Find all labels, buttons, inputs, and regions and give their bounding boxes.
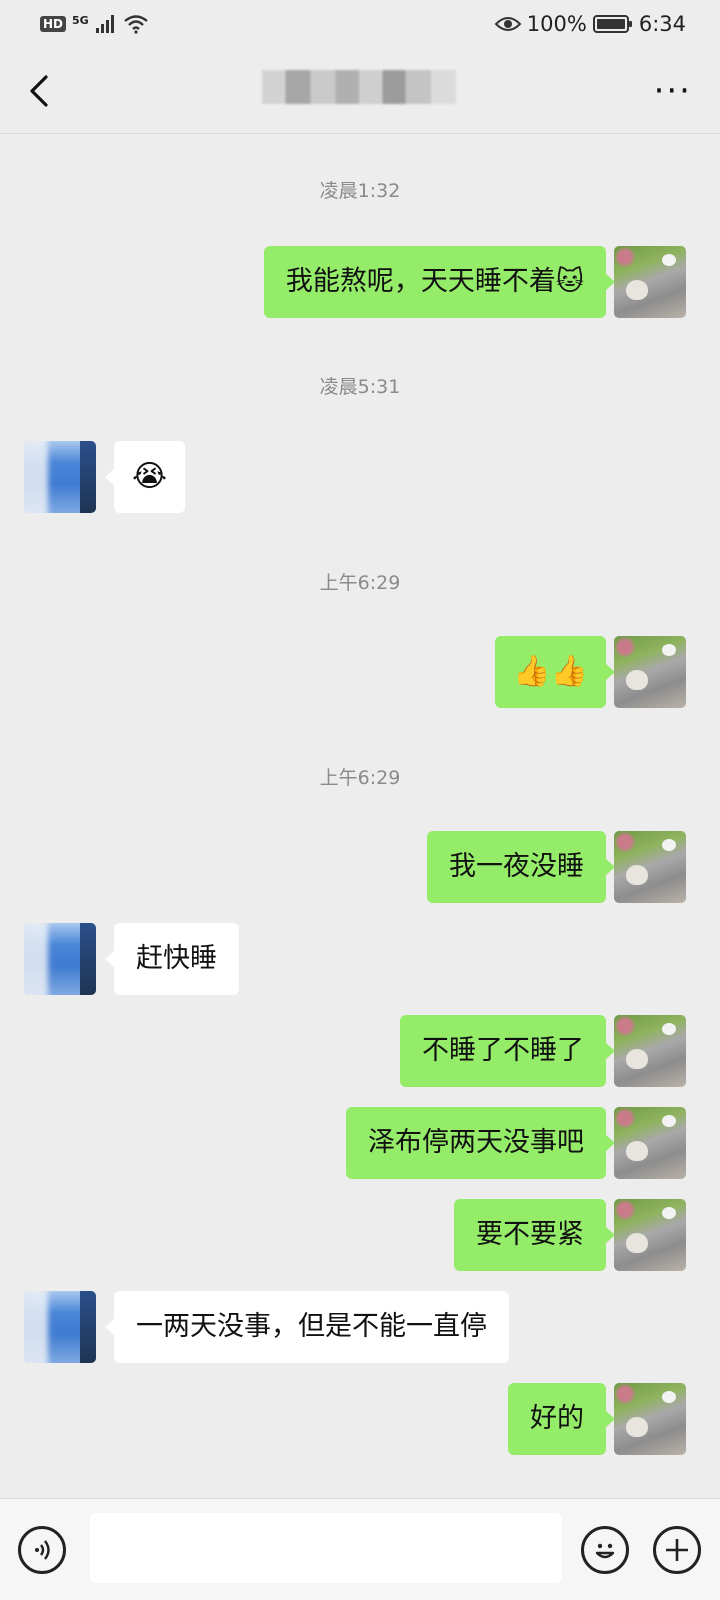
message-row: 一两天没事，但是不能一直停 (0, 1291, 720, 1363)
outgoing-message[interactable]: 不睡了不睡了 (400, 1015, 615, 1087)
outgoing-message[interactable]: 我一夜没睡 (427, 831, 615, 903)
status-right: 100% 6:34 (494, 12, 686, 36)
chat-title-redacted (262, 70, 456, 104)
clock: 6:34 (638, 12, 686, 36)
incoming-message[interactable]: 😭 (104, 441, 186, 513)
avatar[interactable] (24, 441, 96, 513)
avatar[interactable] (614, 1383, 686, 1455)
avatar[interactable] (614, 1015, 686, 1087)
message-list[interactable]: 凌晨1:32 我能熬呢，天天睡不着🐱 凌晨5:31 😭 上午6:29 👍👍 上午… (0, 134, 720, 1498)
timestamp: 上午6:29 (319, 572, 401, 594)
network-type: 5G (72, 13, 89, 27)
outgoing-message[interactable]: 泽布停两天没事吧 (346, 1107, 615, 1179)
input-bar (0, 1498, 720, 1600)
avatar[interactable] (24, 923, 96, 995)
outgoing-message[interactable]: 好的 (508, 1383, 615, 1455)
outgoing-message[interactable]: 要不要紧 (454, 1199, 615, 1271)
avatar[interactable] (614, 246, 686, 318)
message-row: 赶快睡 (0, 923, 720, 995)
emoji-face-icon[interactable] (581, 1526, 629, 1574)
status-bar: HD 5G 100% 6:34 (0, 0, 720, 48)
message-input[interactable] (90, 1513, 562, 1583)
outgoing-message[interactable]: 👍👍 (495, 636, 615, 708)
timestamp: 凌晨5:31 (319, 376, 401, 398)
message-row: 好的 (0, 1383, 720, 1455)
outgoing-message[interactable]: 我能熬呢，天天睡不着🐱 (263, 246, 616, 318)
hd-badge: HD (40, 16, 67, 32)
avatar[interactable] (614, 1199, 686, 1271)
avatar[interactable] (24, 1291, 96, 1363)
more-dots-icon[interactable]: ··· (654, 74, 692, 108)
smile-icon (595, 1543, 615, 1559)
plus-icon[interactable] (653, 1526, 701, 1574)
battery-icon (592, 15, 632, 33)
incoming-message[interactable]: 一两天没事，但是不能一直停 (105, 1291, 509, 1363)
message-row: 我能熬呢，天天睡不着🐱 (0, 246, 720, 318)
voice-wave-icon (35, 1540, 50, 1560)
avatar[interactable] (614, 1107, 686, 1179)
message-row: 😭 (0, 441, 720, 513)
incoming-message[interactable]: 赶快睡 (105, 923, 239, 995)
message-row: 我一夜没睡 (0, 831, 720, 903)
message-row: 要不要紧 (0, 1199, 720, 1271)
chat-header: ··· (0, 48, 720, 134)
eye-icon (494, 17, 521, 31)
message-row: 👍👍 (0, 636, 720, 708)
avatar[interactable] (614, 636, 686, 708)
message-row: 不睡了不睡了 (0, 1015, 720, 1087)
plus-cross-icon (666, 1539, 688, 1561)
battery-percent: 100% (526, 12, 587, 36)
signal-icon (95, 15, 114, 33)
status-left: HD 5G (40, 14, 149, 34)
wifi-icon (123, 15, 148, 34)
timestamp: 凌晨1:32 (319, 180, 401, 202)
voice-icon[interactable] (18, 1526, 66, 1574)
timestamp: 上午6:29 (319, 767, 401, 789)
message-row: 泽布停两天没事吧 (0, 1107, 720, 1179)
avatar[interactable] (614, 831, 686, 903)
chevron-left-icon[interactable] (24, 71, 54, 111)
